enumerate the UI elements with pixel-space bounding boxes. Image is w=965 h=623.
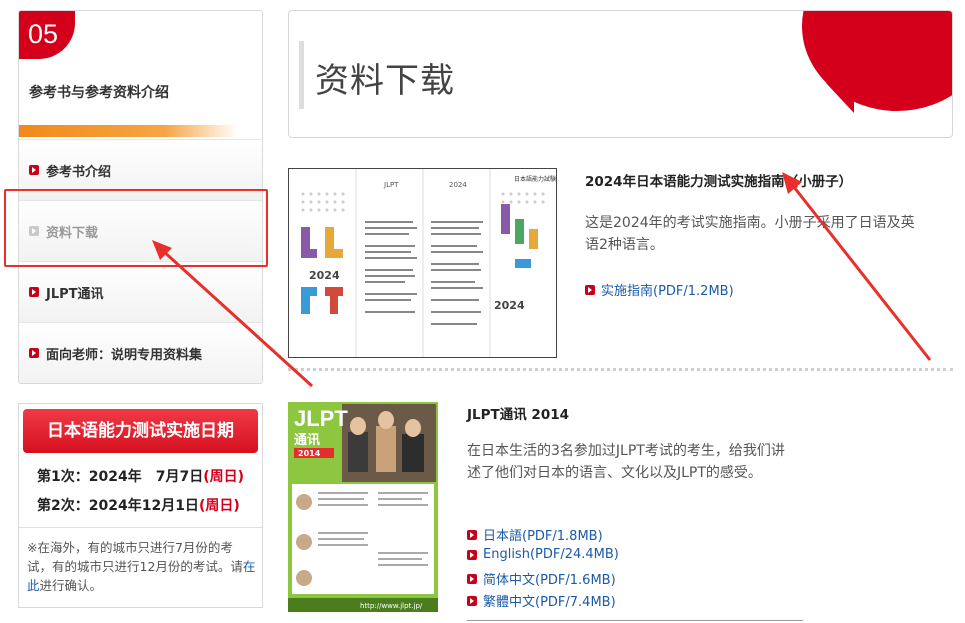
- sidebar-title: 参考书与参考资料介绍: [29, 85, 169, 101]
- newsletter-cover-image: JLPT 通讯 2014 http://www.jlpt.jp/: [288, 402, 438, 612]
- newsletter-pdf-link-english[interactable]: English(PDF/24.4MB): [467, 547, 619, 562]
- arrow-bullet-icon: [467, 549, 477, 560]
- exam-date-weekday: (周日): [198, 498, 240, 514]
- cover-logo: 日本語能力試験: [514, 175, 556, 183]
- arrow-bullet-icon: [467, 595, 477, 606]
- sidebar-item-jlpt-newsletter[interactable]: JLPT通讯: [19, 261, 262, 322]
- newsletter-pdf-link-simplified-chinese[interactable]: 简体中文(PDF/1.6MB): [467, 569, 616, 588]
- exam-date-label: 第1次：2024年 7月7日: [37, 469, 204, 485]
- guide-pdf-link[interactable]: 实施指南(PDF/1.2MB): [585, 280, 734, 299]
- orange-stripe: [19, 125, 262, 137]
- section-number-badge: 05: [19, 11, 75, 59]
- exam-dates-banner: 日本语能力测试实施日期: [23, 409, 258, 453]
- annotation-highlight-box: [4, 189, 268, 267]
- newsletter-title: JLPT通讯 2014: [467, 407, 570, 423]
- cover-year: 2024: [449, 181, 467, 189]
- speech-bubble-decoration: [802, 11, 952, 111]
- newsletter-sub: 通讯: [294, 432, 320, 448]
- arrow-bullet-icon: [467, 529, 477, 540]
- link-label: 简体中文(PDF/1.6MB): [483, 573, 616, 588]
- newsletter-thumbnail[interactable]: JLPT 通讯 2014 http://www.jlpt.jp/: [288, 402, 438, 612]
- annotation-arrow-right: [788, 181, 932, 361]
- arrow-bullet-icon: [467, 573, 477, 584]
- link-label: 繁體中文(PDF/7.4MB): [483, 595, 616, 610]
- guide-booklet-title: 2024年日本语能力测试实施指南（小册子）: [585, 174, 853, 190]
- exam-date-label: 第2次：2024年12月1日: [37, 498, 199, 514]
- exam-dates-note: ※在海外，有的城市只进行7月份的考试，有的城市只进行12月份的考试。请在此进行确…: [19, 527, 262, 595]
- note-text-end: 进行确认。: [39, 578, 103, 593]
- sidebar-header: 05 参考书与参考资料介绍: [19, 11, 262, 139]
- newsletter-description: 在日本生活的3名参加过JLPT考试的考生，给我们讲述了他们对日本的语言、文化以及…: [467, 443, 785, 481]
- exam-date-weekday: (周日): [203, 469, 244, 485]
- newsletter-brand: JLPT: [294, 406, 348, 431]
- exam-date-second: 第2次：2024年12月1日(周日): [37, 492, 262, 521]
- link-label: 实施指南(PDF/1.2MB): [601, 284, 734, 299]
- booklet-cover-image: JLPT 2024 日本語能力試験 2024 2024: [289, 169, 556, 357]
- bottom-divider: [467, 620, 803, 621]
- sidebar-item-label: 参考书介绍: [46, 164, 112, 180]
- arrow-bullet-icon: [585, 284, 595, 295]
- newsletter-url: http://www.jlpt.jp/: [360, 602, 423, 610]
- svg-text:2024: 2024: [309, 269, 340, 282]
- arrow-bullet-icon: [29, 165, 39, 175]
- sidebar-item-label: JLPT通讯: [46, 286, 104, 302]
- newsletter-pdf-link-traditional-chinese[interactable]: 繁體中文(PDF/7.4MB): [467, 591, 616, 610]
- link-label: 日本語(PDF/1.8MB): [483, 529, 603, 544]
- cover-brand: JLPT: [383, 181, 399, 189]
- arrow-bullet-icon: [29, 348, 39, 358]
- sidebar-item-label: 面向老师：说明专用资料集: [46, 347, 203, 363]
- title-bar-accent: [299, 41, 304, 109]
- guide-booklet-thumbnail[interactable]: JLPT 2024 日本語能力試験 2024 2024: [288, 168, 557, 358]
- sidebar-item-teacher-materials[interactable]: 面向老师：说明专用资料集: [19, 322, 262, 383]
- page-title: 资料下载: [315, 61, 455, 101]
- exam-dates-box: 日本语能力测试实施日期 第1次：2024年 7月7日(周日) 第2次：2024年…: [18, 403, 263, 608]
- newsletter-pdf-link-japanese[interactable]: 日本語(PDF/1.8MB): [467, 525, 603, 544]
- svg-text:2024: 2024: [494, 299, 525, 312]
- newsletter-year: 2014: [298, 449, 321, 458]
- link-label: English(PDF/24.4MB): [483, 547, 619, 562]
- note-text: ※在海外，有的城市只进行7月份的考试，有的城市只进行12月份的考试。请: [27, 540, 243, 574]
- arrow-bullet-icon: [29, 287, 39, 297]
- exam-dates-list: 第1次：2024年 7月7日(周日) 第2次：2024年12月1日(周日): [19, 453, 262, 521]
- page-header: 资料下载: [288, 10, 953, 138]
- exam-date-first: 第1次：2024年 7月7日(周日): [37, 463, 262, 492]
- speech-bubble-tail: [826, 83, 854, 113]
- guide-booklet-description: 这是2024年的考试实施指南。小册子采用了日语及英语2种语言。: [585, 215, 915, 253]
- section-divider: [288, 368, 953, 371]
